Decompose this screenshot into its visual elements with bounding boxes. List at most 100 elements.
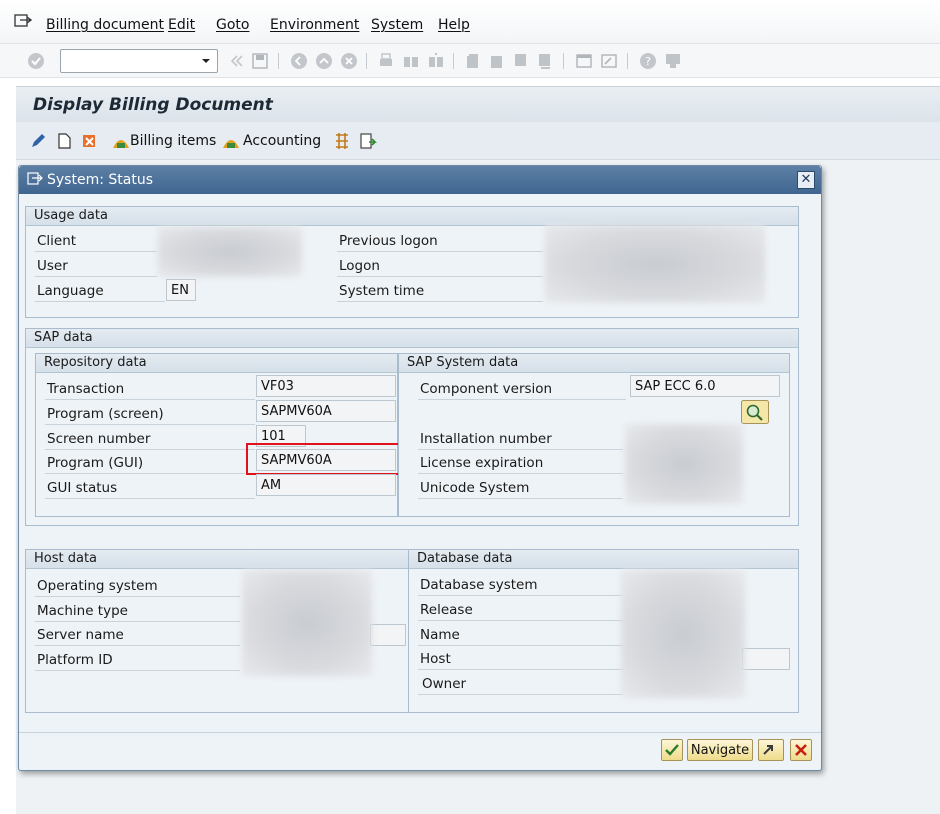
highlight-box [246, 443, 401, 475]
menu-goto[interactable]: Goto [216, 17, 249, 33]
host-data-group: Host data Operating system Machine type … [25, 549, 409, 713]
menu-bar: Billing document Edit Goto Environment S… [0, 0, 940, 44]
application-toolbar: Billing items Accounting [16, 122, 940, 160]
sap-data-group: SAP data Repository data Transaction VF0… [25, 328, 799, 526]
screen-number-label: Screen number [47, 431, 151, 447]
name-label: Name [420, 627, 460, 643]
command-field[interactable] [60, 49, 218, 73]
screen-title-bar: Display Billing Document [16, 86, 940, 122]
back-double-icon[interactable] [228, 52, 246, 70]
logon-label: Logon [339, 258, 380, 274]
license-expiration-label: License expiration [420, 455, 544, 471]
transaction-label: Transaction [47, 381, 125, 397]
find-icon[interactable] [402, 52, 420, 70]
release-label: Release [420, 602, 473, 618]
client-user-value-redacted [158, 227, 302, 277]
pencil-icon[interactable] [29, 132, 47, 150]
check-icon [665, 744, 679, 756]
repository-data-group: Repository data Transaction VF03 Program… [35, 353, 401, 517]
component-details-icon[interactable] [741, 400, 769, 424]
menu-environment[interactable]: Environment [270, 17, 359, 33]
navigate-button[interactable]: Navigate [687, 739, 753, 761]
window-menu-icon[interactable] [14, 14, 32, 28]
dialog-title: System: Status [47, 172, 153, 188]
sap-system-data-header: SAP System data [399, 354, 789, 373]
shortcut-icon[interactable] [600, 52, 618, 70]
gui-status-field[interactable]: AM [256, 474, 396, 496]
exit-icon[interactable] [315, 52, 333, 70]
accounting-icon[interactable] [222, 132, 240, 150]
database-values-redacted [621, 570, 745, 698]
document-icon[interactable] [55, 132, 73, 150]
accounting-button[interactable]: Accounting [243, 133, 321, 149]
previous-page-icon[interactable] [488, 52, 506, 70]
new-session-icon[interactable] [575, 52, 593, 70]
usage-data-header: Usage data [26, 207, 798, 226]
first-page-icon[interactable] [464, 52, 482, 70]
machine-type-label: Machine type [37, 603, 128, 619]
server-name-field[interactable] [370, 624, 406, 646]
cancel-icon[interactable] [340, 52, 358, 70]
server-name-label: Server name [37, 627, 124, 643]
svg-text:?: ? [645, 55, 651, 68]
customize-layout-icon[interactable] [664, 52, 682, 70]
previous-logon-label: Previous logon [339, 233, 438, 249]
arrow-right-icon [763, 745, 773, 755]
program-screen-field[interactable]: SAPMV60A [256, 400, 396, 422]
hierarchy-icon[interactable] [333, 132, 351, 150]
host-label: Host [420, 651, 451, 667]
client-label: Client [37, 233, 77, 249]
print-icon[interactable] [377, 52, 395, 70]
toolbar-separator [563, 53, 564, 69]
platform-id-label: Platform ID [37, 652, 113, 668]
toolbar-separator [278, 53, 279, 69]
help-icon[interactable]: ? [639, 52, 657, 70]
database-host-field[interactable] [742, 648, 790, 670]
system-status-dialog: System: Status ✕ Usage data Client User … [18, 165, 822, 771]
database-data-group: Database data Database system Release Na… [408, 549, 799, 713]
enter-icon[interactable] [27, 52, 45, 70]
dialog-title-bar: System: Status ✕ [19, 166, 821, 194]
transaction-field[interactable]: VF03 [256, 375, 396, 397]
last-page-icon[interactable] [536, 52, 554, 70]
sap-data-header: SAP data [26, 329, 798, 348]
back-icon[interactable] [290, 52, 308, 70]
program-gui-label: Program (GUI) [47, 455, 144, 471]
find-next-icon[interactable] [427, 52, 445, 70]
next-page-icon[interactable] [512, 52, 530, 70]
continue-button[interactable] [661, 739, 683, 761]
user-label: User [37, 258, 68, 274]
dialog-window-icon [27, 172, 43, 185]
billing-items-button[interactable]: Billing items [130, 133, 216, 149]
menu-billing-document[interactable]: Billing document [46, 17, 164, 33]
usage-data-group: Usage data Client User Language EN Previ… [25, 206, 799, 318]
menu-help[interactable]: Help [438, 17, 470, 33]
close-icon[interactable]: ✕ [797, 171, 815, 189]
toolbar-separator [627, 53, 628, 69]
output-icon[interactable] [359, 132, 377, 150]
cancel-button[interactable] [790, 739, 812, 761]
billing-items-icon[interactable] [112, 132, 130, 150]
chevron-down-icon[interactable] [195, 50, 217, 72]
menu-edit[interactable]: Edit [168, 17, 195, 33]
host-values-redacted [242, 570, 372, 676]
system-time-label: System time [339, 283, 425, 299]
standard-toolbar: ? [0, 44, 940, 78]
menu-system[interactable]: System [371, 17, 423, 33]
page-title: Display Billing Document [33, 95, 273, 115]
system-values-redacted [625, 424, 743, 504]
owner-label: Owner [422, 676, 467, 692]
component-version-field[interactable]: SAP ECC 6.0 [630, 375, 780, 397]
save-icon[interactable] [251, 52, 269, 70]
operating-system-label: Operating system [37, 578, 158, 594]
language-field[interactable]: EN [166, 279, 196, 301]
toolbar-separator [366, 53, 367, 69]
gui-status-label: GUI status [47, 480, 118, 496]
cancel-document-icon[interactable] [81, 132, 99, 150]
program-screen-label: Program (screen) [47, 406, 164, 422]
language-label: Language [37, 283, 104, 299]
logon-values-redacted [545, 225, 765, 303]
execute-button[interactable] [758, 739, 784, 761]
close-icon [795, 744, 807, 756]
database-system-label: Database system [420, 577, 538, 593]
